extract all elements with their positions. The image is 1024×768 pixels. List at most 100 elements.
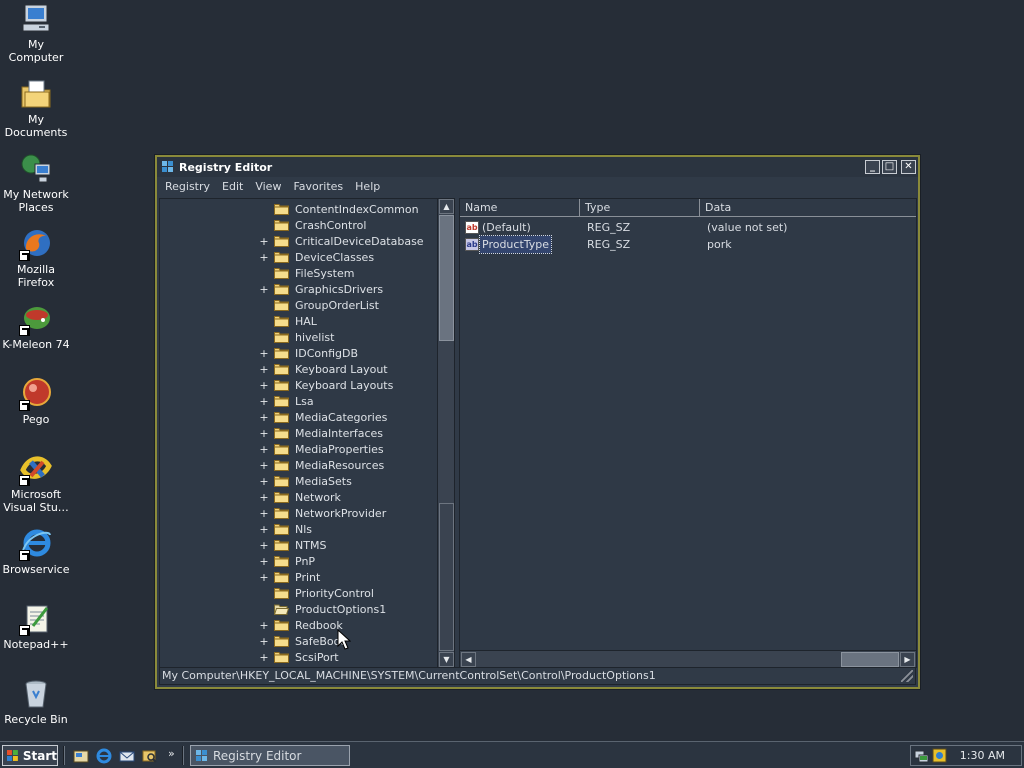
tree-node[interactable]: FileSystem — [160, 265, 436, 281]
folder-icon — [274, 460, 289, 471]
expand-toggle[interactable]: + — [259, 379, 269, 392]
tree-node[interactable]: + ScsiPort — [160, 649, 436, 665]
tree-node[interactable]: ContentIndexCommon — [160, 201, 436, 217]
expand-toggle[interactable]: + — [259, 235, 269, 248]
title-bar[interactable]: Registry Editor _ □ ✕ — [157, 157, 918, 177]
tree-node[interactable]: + NTMS — [160, 537, 436, 553]
scroll-track-lower[interactable] — [439, 503, 454, 651]
expand-toggle[interactable]: + — [259, 347, 269, 360]
expand-toggle[interactable]: + — [259, 283, 269, 296]
scroll-left-button[interactable]: ◀ — [461, 652, 476, 667]
expand-toggle[interactable]: + — [259, 539, 269, 552]
tree-node[interactable]: + IDConfigDB — [160, 345, 436, 361]
desktop-icon-k-meleon[interactable]: K-Meleon 74 — [0, 302, 72, 351]
taskbar-button-registry-editor[interactable]: Registry Editor — [190, 745, 350, 766]
value-row-default[interactable]: ab (Default) REG_SZ (value not set) — [460, 219, 916, 236]
scroll-thumb[interactable] — [439, 215, 454, 341]
expand-toggle[interactable]: + — [259, 427, 269, 440]
tree-node[interactable]: + Nls — [160, 521, 436, 537]
tree-node[interactable]: + Keyboard Layouts — [160, 377, 436, 393]
desktop-icon-my-documents[interactable]: My Documents — [0, 77, 72, 139]
desktop-icon-browservice[interactable]: Browservice — [0, 527, 72, 576]
maximize-button[interactable]: □ — [882, 160, 897, 174]
expand-toggle[interactable]: + — [259, 507, 269, 520]
tree-node[interactable]: + Lsa — [160, 393, 436, 409]
internet-explorer-icon[interactable] — [96, 748, 112, 764]
expand-toggle[interactable]: + — [259, 443, 269, 456]
tree-node[interactable]: + Print — [160, 569, 436, 585]
resize-grip-icon[interactable] — [901, 670, 913, 682]
expand-toggle[interactable]: + — [259, 635, 269, 648]
tree-node[interactable]: + Redbook — [160, 617, 436, 633]
tray-app-icon[interactable] — [932, 748, 947, 763]
tree-node[interactable]: HAL — [160, 313, 436, 329]
tree-node[interactable]: ProductOptions1 — [160, 601, 436, 617]
start-button[interactable]: Start — [2, 745, 58, 766]
expand-toggle[interactable]: + — [259, 475, 269, 488]
tree-node[interactable]: + MediaSets — [160, 473, 436, 489]
expand-toggle[interactable]: + — [259, 395, 269, 408]
tree-node[interactable]: + MediaResources — [160, 457, 436, 473]
scroll-down-button[interactable]: ▼ — [439, 652, 454, 667]
tree-node[interactable]: + SafeBoot — [160, 633, 436, 649]
string-value-icon: ab — [465, 238, 479, 251]
expand-toggle[interactable]: + — [259, 571, 269, 584]
column-header-data[interactable]: Data — [700, 199, 916, 217]
tree-node[interactable]: + CriticalDeviceDatabase — [160, 233, 436, 249]
tree-node[interactable]: CrashControl — [160, 217, 436, 233]
expand-toggle[interactable]: + — [259, 555, 269, 568]
list-horizontal-scrollbar[interactable]: ◀ ▶ — [460, 650, 916, 667]
scroll-right-button[interactable]: ▶ — [900, 652, 915, 667]
value-row-producttype[interactable]: ab ProductType REG_SZ pork — [460, 235, 916, 254]
tree-node[interactable]: + Keyboard Layout — [160, 361, 436, 377]
expand-toggle[interactable]: + — [259, 651, 269, 664]
scroll-up-button[interactable]: ▲ — [439, 199, 454, 214]
show-desktop-icon[interactable] — [73, 748, 89, 764]
tree-node[interactable]: + Network — [160, 489, 436, 505]
registry-editor-window[interactable]: Registry Editor _ □ ✕ Registry Edit View… — [155, 155, 920, 689]
menu-favorites[interactable]: Favorites — [287, 180, 349, 193]
tree-node[interactable]: + MediaInterfaces — [160, 425, 436, 441]
expand-toggle[interactable]: + — [259, 459, 269, 472]
expand-toggle[interactable]: + — [259, 523, 269, 536]
tree-node[interactable]: + NetworkProvider — [160, 505, 436, 521]
desktop-icon-firefox[interactable]: Mozilla Firefox — [0, 227, 72, 289]
tree-node[interactable]: + GraphicsDrivers — [160, 281, 436, 297]
tree-node[interactable]: + MediaCategories — [160, 409, 436, 425]
network-tray-icon[interactable] — [914, 748, 929, 763]
menu-registry[interactable]: Registry — [159, 180, 216, 193]
desktop-icon-my-computer[interactable]: My Computer — [0, 2, 72, 64]
desktop-icon-visual-studio[interactable]: Microsoft Visual Stu… — [0, 452, 72, 514]
tree-node[interactable]: + DeviceClasses — [160, 249, 436, 265]
close-button[interactable]: ✕ — [901, 160, 916, 174]
expand-toggle[interactable]: + — [259, 411, 269, 424]
desktop-icon-recycle-bin[interactable]: Recycle Bin — [0, 677, 72, 726]
tree-node[interactable]: PriorityControl — [160, 585, 436, 601]
registry-tree[interactable]: ContentIndexCommon CrashControl + CriticalD… — [159, 198, 455, 668]
expand-toggle[interactable]: + — [259, 491, 269, 504]
desktop-icon-notepad-plus-plus[interactable]: Notepad++ — [0, 602, 72, 651]
quicklaunch-overflow-button[interactable]: » — [168, 747, 175, 760]
desktop-icon-network-places[interactable]: My Network Places — [0, 152, 72, 214]
expand-toggle[interactable]: + — [259, 619, 269, 632]
outlook-express-icon[interactable] — [119, 748, 135, 764]
tree-node[interactable]: + PnP — [160, 553, 436, 569]
tree-vertical-scrollbar[interactable]: ▲ ▼ — [437, 199, 454, 667]
menu-help[interactable]: Help — [349, 180, 386, 193]
tree-node[interactable]: + MediaProperties — [160, 441, 436, 457]
menu-view[interactable]: View — [249, 180, 287, 193]
tree-node[interactable]: GroupOrderList — [160, 297, 436, 313]
expand-toggle[interactable]: + — [259, 363, 269, 376]
column-header-type[interactable]: Type — [580, 199, 700, 217]
tree-node-label: hivelist — [295, 330, 335, 344]
clock[interactable]: 1:30 AM — [960, 749, 1005, 762]
horizontal-scroll-thumb[interactable] — [841, 652, 899, 667]
tree-node[interactable]: hivelist — [160, 329, 436, 345]
desktop-icon-pego[interactable]: Pego — [0, 377, 72, 426]
column-header-name[interactable]: Name — [460, 199, 580, 217]
menu-edit[interactable]: Edit — [216, 180, 249, 193]
values-list[interactable]: Name Type Data ab (Default) REG_SZ (valu… — [459, 198, 917, 668]
expand-toggle[interactable]: + — [259, 251, 269, 264]
search-icon[interactable] — [142, 748, 158, 764]
minimize-button[interactable]: _ — [865, 160, 880, 174]
